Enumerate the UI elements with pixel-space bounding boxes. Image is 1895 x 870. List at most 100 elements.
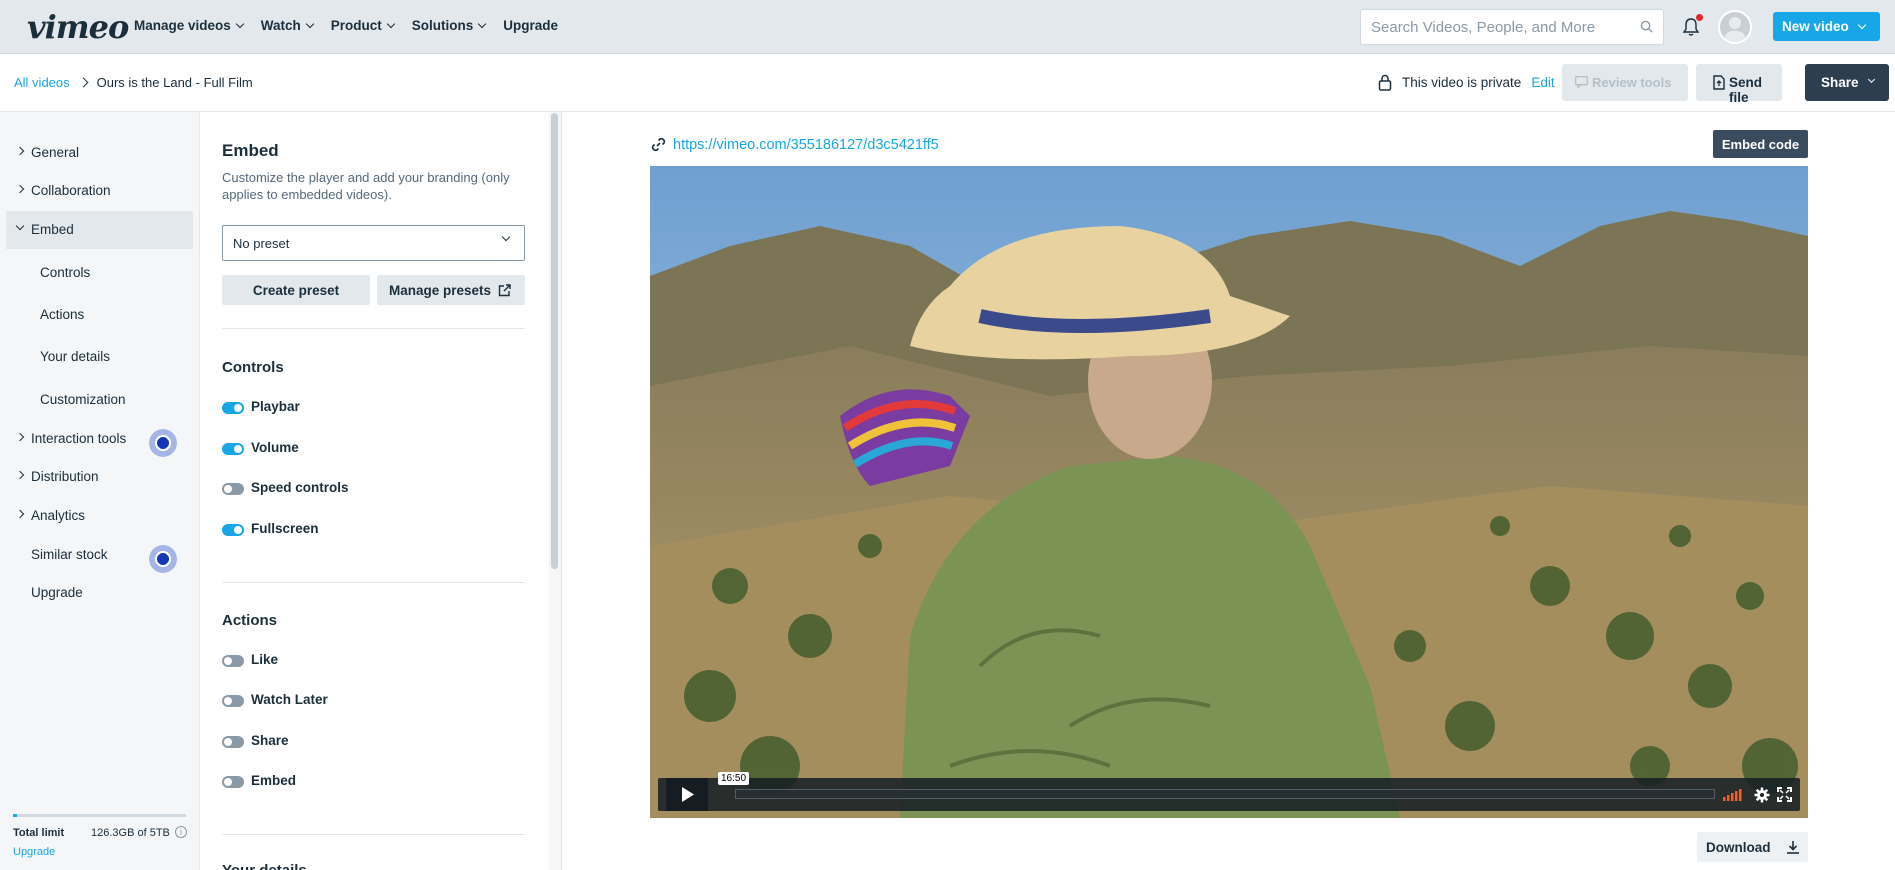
settings-sidebar: General Collaboration Embed Controls Act… — [0, 112, 200, 870]
chevron-right-icon — [15, 432, 25, 442]
like-toggle[interactable] — [222, 655, 244, 667]
playbar-toggle[interactable] — [222, 402, 244, 414]
your-details-section-title: Your details — [222, 862, 307, 870]
chevron-right-icon — [15, 184, 25, 194]
watch-later-label: Watch Later — [251, 692, 328, 707]
download-icon — [1787, 841, 1799, 854]
chevron-right-icon — [15, 470, 25, 480]
volume-icon[interactable] — [1723, 787, 1745, 802]
nav-product[interactable]: Product — [331, 18, 396, 33]
chevron-down-icon — [15, 221, 25, 231]
controls-section-title: Controls — [222, 359, 284, 376]
chevron-down-icon — [305, 19, 315, 28]
review-tools-button[interactable]: Review tools — [1562, 64, 1688, 101]
breadcrumb: All videos Ours is the Land - Full Film — [14, 75, 253, 90]
chevron-right-icon — [15, 509, 25, 519]
embed-toggle[interactable] — [222, 776, 244, 788]
embed-settings-panel: Embed Customize the player and add your … — [200, 112, 562, 870]
manage-presets-button[interactable]: Manage presets — [377, 275, 525, 305]
vimeo-logo[interactable]: vimeo — [27, 8, 129, 46]
nav-watch[interactable]: Watch — [261, 18, 315, 33]
storage-bar — [13, 814, 186, 817]
chevron-down-icon — [1867, 75, 1875, 84]
like-label: Like — [251, 652, 279, 667]
chevron-down-icon — [501, 232, 511, 242]
storage-value: 126.3GB of 5TB — [91, 827, 170, 839]
sidebar-item-upgrade[interactable]: Upgrade — [0, 574, 193, 612]
speed-controls-toggle[interactable] — [222, 483, 244, 495]
volume-label: Volume — [251, 440, 299, 455]
nav-upgrade[interactable]: Upgrade — [503, 18, 558, 33]
storage-upgrade-link[interactable]: Upgrade — [13, 846, 55, 858]
search-input[interactable]: Search Videos, People, and More — [1360, 9, 1664, 45]
embed-label: Embed — [251, 773, 297, 788]
panel-description: Customize the player and add your brandi… — [222, 170, 510, 202]
panel-title: Embed — [222, 141, 279, 160]
share-toggle[interactable] — [222, 736, 244, 748]
sidebar-item-distribution[interactable]: Distribution — [0, 458, 193, 496]
search-icon[interactable] — [1640, 20, 1653, 33]
fullscreen-icon[interactable] — [1777, 787, 1792, 802]
divider — [222, 834, 525, 835]
chevron-down-icon — [478, 19, 487, 28]
top-nav: vimeo Manage videos Watch Product Soluti… — [0, 0, 1895, 54]
storage-bar-fill — [13, 814, 17, 817]
video-frame-image — [650, 166, 1808, 818]
sidebar-item-analytics[interactable]: Analytics — [0, 497, 193, 535]
playhead-time: 16:50 — [718, 772, 750, 785]
divider — [222, 582, 525, 583]
chevron-down-icon — [386, 19, 396, 28]
sidebar-sub-actions[interactable]: Actions — [40, 307, 84, 322]
avatar[interactable] — [1718, 10, 1752, 44]
privacy-text: This video is private — [1402, 75, 1522, 90]
speed-controls-label: Speed controls — [251, 480, 349, 495]
send-file-button[interactable]: Send file — [1696, 64, 1782, 105]
chevron-right-icon — [78, 77, 89, 88]
search-placeholder: Search Videos, People, and More — [1371, 19, 1596, 36]
link-icon — [651, 137, 666, 152]
info-icon[interactable]: i — [175, 826, 187, 838]
divider — [222, 328, 525, 329]
video-url-link[interactable]: https://vimeo.com/355186127/d3c5421ff5 — [673, 137, 939, 153]
download-button[interactable]: Download — [1697, 832, 1808, 862]
volume-toggle[interactable] — [222, 443, 244, 455]
breadcrumb-video-title: Ours is the Land - Full Film — [96, 75, 253, 90]
lock-icon — [1378, 74, 1392, 91]
play-button[interactable] — [666, 778, 708, 811]
preset-select[interactable]: No preset — [222, 225, 525, 261]
file-icon — [1713, 75, 1725, 90]
notification-dot — [1696, 14, 1703, 21]
chevron-down-icon — [235, 19, 245, 28]
nav-manage-videos[interactable]: Manage videos — [134, 18, 245, 33]
create-preset-button[interactable]: Create preset — [222, 275, 370, 305]
fullscreen-toggle[interactable] — [222, 524, 244, 536]
privacy-status: This video is private Edit — [1378, 74, 1555, 91]
sidebar-item-general[interactable]: General — [0, 134, 193, 172]
new-feature-dot[interactable] — [149, 545, 177, 573]
panel-scrollbar-thumb[interactable] — [551, 113, 558, 569]
storage-label: Total limit — [13, 827, 65, 839]
sidebar-sub-controls[interactable]: Controls — [40, 265, 90, 280]
breadcrumb-all-videos[interactable]: All videos — [14, 75, 70, 90]
settings-gear-icon[interactable] — [1754, 787, 1770, 803]
share-label: Share — [251, 733, 289, 748]
review-icon — [1575, 76, 1588, 88]
sidebar-sub-your-details[interactable]: Your details — [40, 349, 110, 364]
sidebar-sub-customization[interactable]: Customization — [40, 392, 126, 407]
chevron-right-icon — [15, 146, 25, 156]
share-button[interactable]: Share — [1805, 64, 1889, 101]
embed-code-button[interactable]: Embed code — [1713, 130, 1808, 158]
chevron-down-icon — [1857, 20, 1867, 29]
new-video-button[interactable]: New video — [1773, 12, 1880, 41]
nav-menu: Manage videos Watch Product Solutions Up… — [134, 18, 558, 33]
playbar-label: Playbar — [251, 399, 300, 414]
new-feature-dot[interactable] — [149, 429, 177, 457]
video-player[interactable] — [650, 166, 1808, 818]
progress-track[interactable] — [735, 789, 1715, 799]
sidebar-item-embed[interactable]: Embed — [6, 211, 193, 249]
nav-solutions[interactable]: Solutions — [412, 18, 487, 33]
video-header-bar: All videos Ours is the Land - Full Film … — [0, 55, 1895, 112]
privacy-edit-link[interactable]: Edit — [1531, 75, 1554, 90]
watch-later-toggle[interactable] — [222, 695, 244, 707]
sidebar-item-collaboration[interactable]: Collaboration — [0, 172, 193, 210]
